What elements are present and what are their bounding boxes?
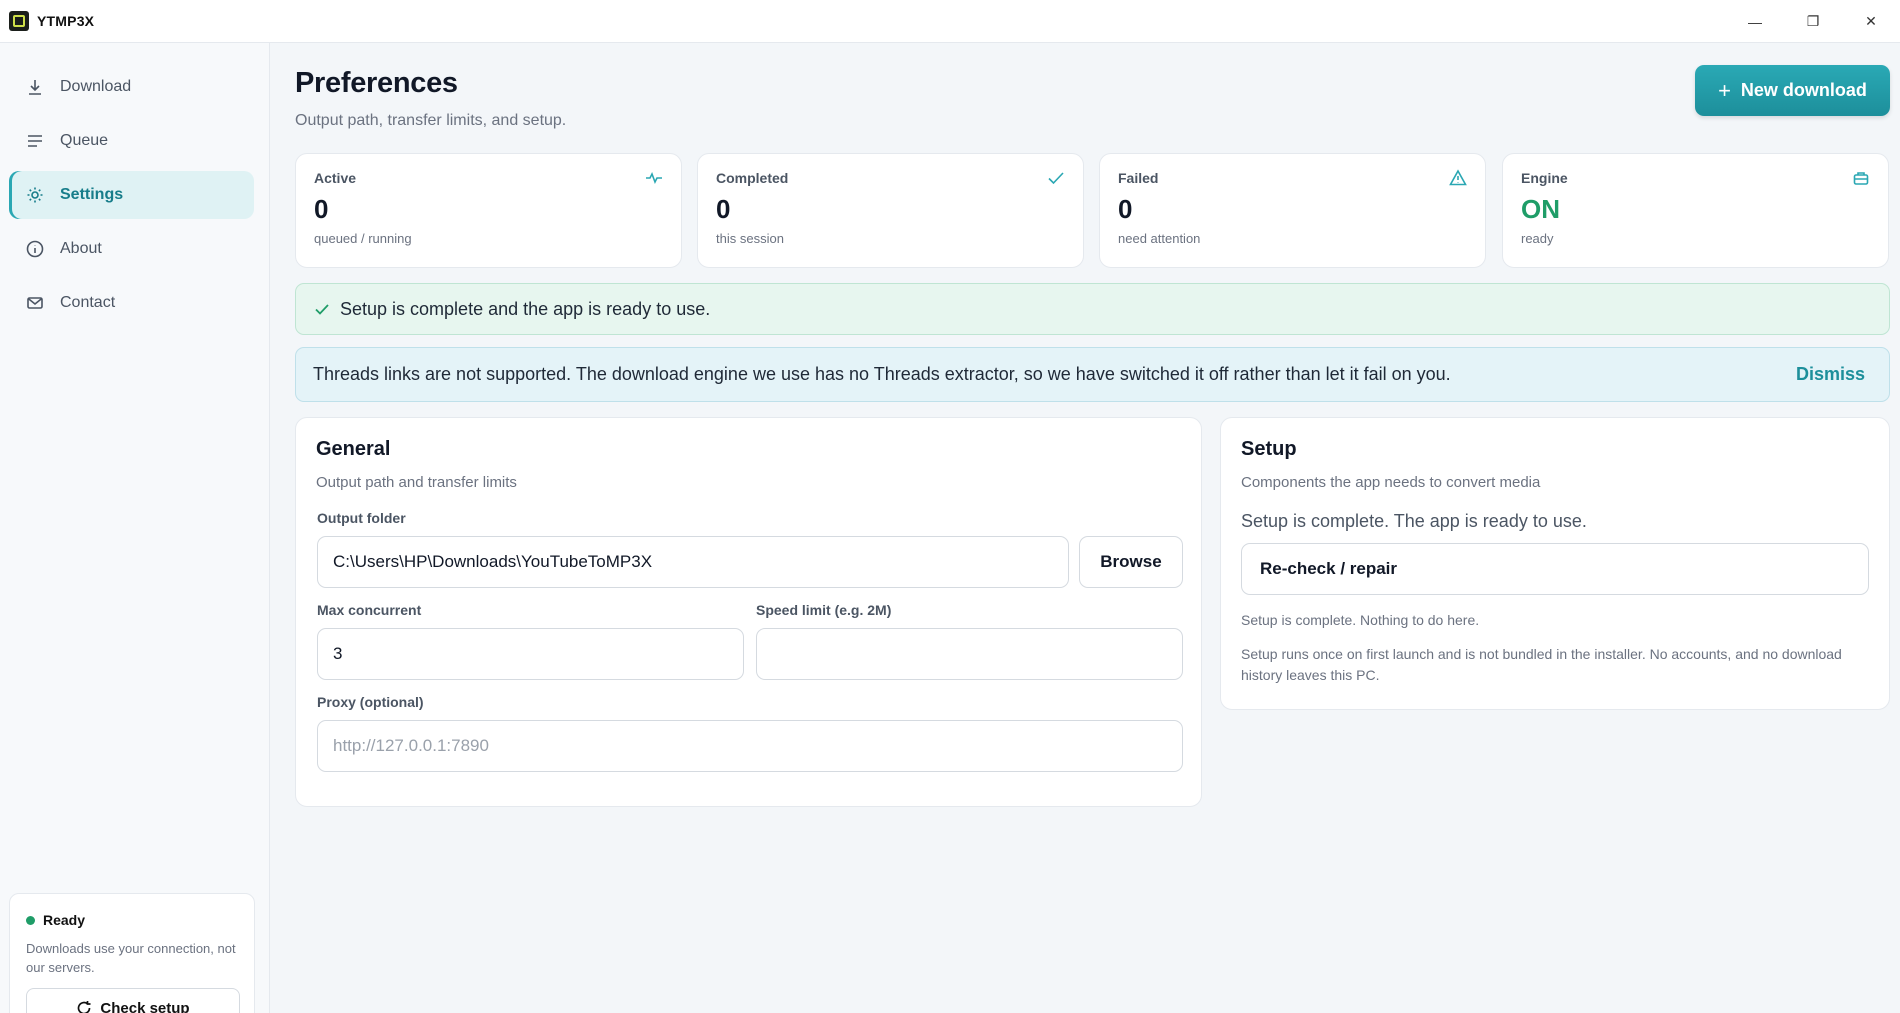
stat-value: ON	[1521, 194, 1560, 224]
max-concurrent-input[interactable]: 3	[317, 628, 744, 680]
app-title: YTMP3X	[37, 13, 95, 29]
panel-subtitle: Components the app needs to convert medi…	[1241, 474, 1541, 491]
status-card: Ready Downloads use your connection, not…	[9, 893, 255, 1013]
status-description: Downloads use your connection, not our s…	[26, 941, 236, 975]
check-icon	[1047, 169, 1065, 192]
recheck-repair-button[interactable]: Re-check / repair	[1241, 543, 1869, 595]
sidebar-item-label: Download	[60, 78, 132, 95]
dismiss-button[interactable]: Dismiss	[1796, 364, 1865, 385]
stat-foot: queued / running	[314, 231, 412, 246]
check-setup-label: Check setup	[100, 999, 190, 1013]
sidebar-item-label: Queue	[60, 132, 109, 149]
speed-limit-input[interactable]	[756, 628, 1183, 680]
app-logo-icon	[9, 11, 29, 31]
setup-note: Setup runs once on first launch and is n…	[1241, 646, 1842, 683]
stat-label: Engine	[1521, 170, 1568, 186]
stat-label: Active	[314, 170, 357, 186]
check-icon	[315, 304, 329, 315]
banner-text: Threads links are not supported. The dow…	[313, 364, 1451, 384]
download-icon	[25, 77, 45, 97]
check-setup-button[interactable]: Check setup	[26, 988, 240, 1013]
gear-icon	[25, 185, 45, 205]
setup-complete-banner: Setup is complete and the app is ready t…	[295, 283, 1890, 335]
sidebar-item-label: About	[60, 240, 102, 257]
output-folder-input[interactable]: C:\Users\HP\Downloads\YouTubeToMP3X	[317, 536, 1069, 588]
window-controls: — ❐ ✕	[1726, 0, 1900, 43]
new-download-label: New download	[1740, 80, 1867, 100]
stat-value: 0	[314, 194, 329, 224]
sidebar-item-label: Settings	[60, 186, 124, 203]
plus-icon: +	[1718, 77, 1731, 103]
threads-notice-banner: Threads links are not supported. The dow…	[295, 347, 1890, 402]
stat-card-active: Active 0 queued / running	[295, 153, 682, 268]
page-subtitle: Output path, transfer limits, and setup.	[295, 112, 567, 129]
stat-foot: this session	[716, 231, 784, 246]
sidebar-item-settings[interactable]: Settings	[9, 171, 254, 219]
page-title: Preferences	[295, 67, 458, 99]
panel-subtitle: Output path and transfer limits	[316, 474, 517, 491]
stat-label: Completed	[716, 170, 789, 186]
max-concurrent-label: Max concurrent	[317, 602, 422, 618]
sidebar-item-about[interactable]: About	[9, 225, 254, 273]
stat-value: 0	[1118, 194, 1133, 224]
panel-title: Setup	[1241, 438, 1297, 460]
activity-icon	[645, 169, 663, 192]
setup-panel: Setup Components the app needs to conver…	[1220, 417, 1890, 710]
warning-icon	[1449, 169, 1467, 192]
banner-text: Setup is complete and the app is ready t…	[340, 298, 711, 319]
browse-button[interactable]: Browse	[1079, 536, 1183, 588]
setup-status: Setup is complete. The app is ready to u…	[1241, 511, 1587, 531]
status-row: Ready	[26, 912, 238, 928]
info-icon	[25, 239, 45, 259]
minimize-button[interactable]: —	[1726, 0, 1784, 43]
stat-card-completed: Completed 0 this session	[697, 153, 1084, 268]
sidebar-item-queue[interactable]: Queue	[9, 117, 254, 165]
stat-foot: ready	[1521, 231, 1554, 246]
sidebar-item-download[interactable]: Download	[9, 63, 254, 111]
new-download-button[interactable]: + New download	[1695, 65, 1890, 116]
sidebar: Download Queue Settings About Contact Re…	[0, 43, 270, 1013]
title-bar: YTMP3X — ❐ ✕	[0, 0, 1900, 43]
sidebar-item-label: Contact	[60, 294, 116, 311]
panel-title: General	[316, 438, 391, 460]
setup-note: Setup is complete. Nothing to do here.	[1241, 612, 1480, 628]
status-dot-icon	[26, 915, 35, 925]
maximize-button[interactable]: ❐	[1784, 0, 1842, 43]
proxy-label: Proxy (optional)	[317, 694, 424, 710]
speed-limit-label: Speed limit (e.g. 2M)	[756, 602, 892, 618]
mail-icon	[25, 293, 45, 313]
close-button[interactable]: ✕	[1842, 0, 1900, 43]
stat-card-engine: Engine ON ready	[1502, 153, 1889, 268]
general-panel: General Output path and transfer limits …	[295, 417, 1202, 807]
sidebar-nav: Download Queue Settings About Contact	[0, 43, 269, 327]
stat-label: Failed	[1118, 170, 1159, 186]
stat-card-failed: Failed 0 need attention	[1099, 153, 1486, 268]
output-folder-label: Output folder	[317, 510, 406, 526]
proxy-input[interactable]: http://127.0.0.1:7890	[317, 720, 1183, 772]
status-label: Ready	[43, 912, 86, 928]
sidebar-item-contact[interactable]: Contact	[9, 279, 254, 327]
stat-value: 0	[716, 194, 731, 224]
refresh-icon	[78, 1001, 91, 1013]
engine-icon	[1852, 169, 1870, 192]
list-icon	[25, 131, 45, 151]
stat-foot: need attention	[1118, 231, 1201, 246]
